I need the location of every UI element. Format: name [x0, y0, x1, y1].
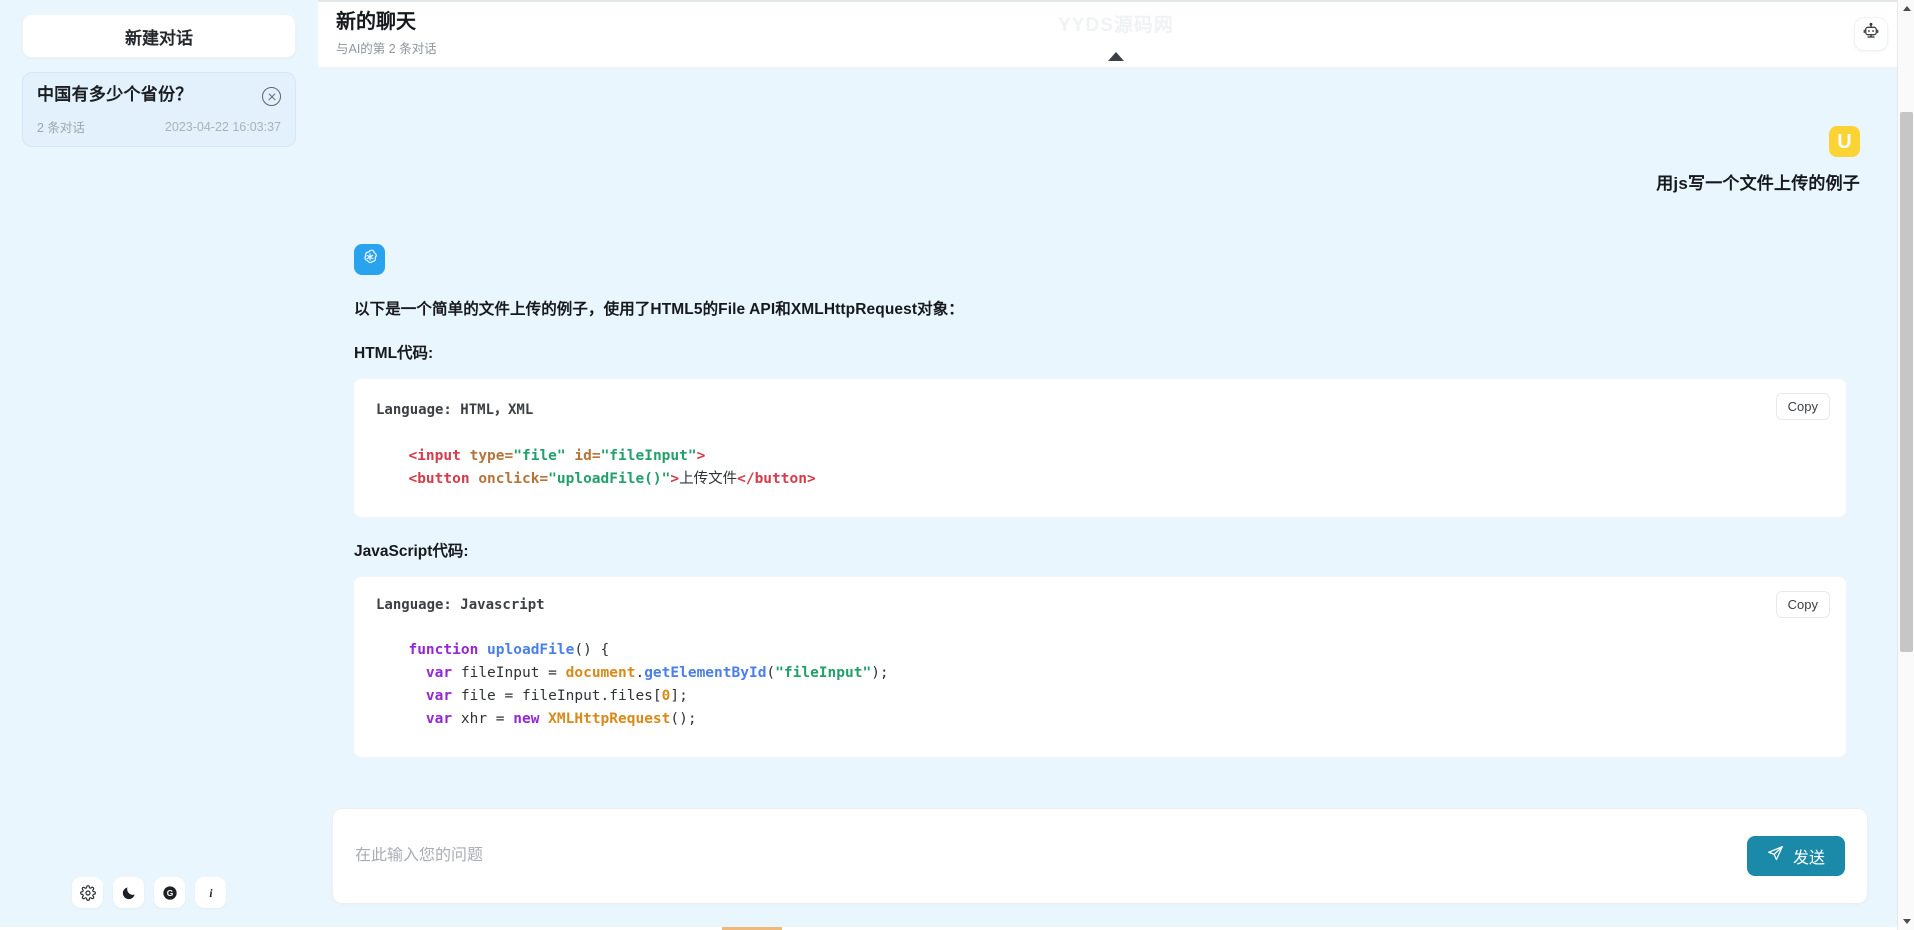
- page-title: 新的聊天: [336, 10, 437, 35]
- conversation-title: 中国有多少个省份？: [37, 85, 193, 105]
- code-language-label: Language: Javascript: [376, 597, 1824, 613]
- conversation-count: 2 条对话: [37, 117, 85, 136]
- main-panel: 新的聊天 与AI的第 2 条对话 YYDS源码网: [318, 0, 1914, 930]
- send-button[interactable]: 发送: [1747, 836, 1845, 876]
- conversation-item[interactable]: 中国有多少个省份？ 2 条对话 2023-04-22 16:03:37: [22, 72, 296, 147]
- code-content: <input type="file" id="fileInput"> <butt…: [376, 445, 1824, 491]
- watermark: YYDS源码网: [318, 10, 1914, 37]
- github-button[interactable]: G: [154, 877, 185, 908]
- message-list: U 用js写一个文件上传的例子 以下是一个简单的文件上传的例子，使用了HTML5…: [318, 68, 1914, 794]
- send-label: 发送: [1793, 844, 1825, 868]
- page-scrollbar[interactable]: [1897, 0, 1914, 930]
- info-button[interactable]: i: [195, 877, 226, 908]
- svg-text:G: G: [166, 888, 172, 898]
- code-block-javascript: Language: Javascript Copy function uploa…: [354, 577, 1846, 757]
- chat-header-texts: 新的聊天 与AI的第 2 条对话: [336, 10, 437, 57]
- chevron-down-icon[interactable]: [1898, 913, 1914, 930]
- copy-button[interactable]: Copy: [1776, 393, 1830, 420]
- robot-button[interactable]: [1854, 17, 1888, 51]
- gear-icon: [80, 885, 96, 901]
- dark-mode-button[interactable]: [113, 877, 144, 908]
- close-circle-icon[interactable]: [262, 87, 281, 106]
- robot-icon: [1862, 22, 1880, 45]
- avatar-letter: U: [1837, 132, 1851, 152]
- conversation-meta: 2 条对话 2023-04-22 16:03:37: [37, 117, 281, 136]
- info-icon: i: [203, 885, 219, 901]
- chat-input[interactable]: [355, 847, 1845, 865]
- assistant-paragraph: 以下是一个简单的文件上传的例子，使用了HTML5的File API和XMLHtt…: [354, 297, 1846, 319]
- chat-subtitle: 与AI的第 2 条对话: [336, 38, 437, 57]
- message-user: U 用js写一个文件上传的例子: [332, 126, 1868, 194]
- conversation-header: 中国有多少个省份？: [37, 85, 281, 106]
- avatar: U: [1829, 126, 1860, 157]
- copy-button[interactable]: Copy: [1776, 591, 1830, 618]
- section-heading-html: HTML代码:: [354, 341, 1846, 363]
- chat-header-actions: [1854, 17, 1888, 51]
- sidebar: 新建对话 中国有多少个省份？ 2 条对话 2023-04-22 16:03:37: [0, 0, 318, 930]
- code-content: function uploadFile() { var fileInput = …: [376, 639, 1824, 731]
- paper-plane-icon: [1767, 845, 1784, 867]
- svg-text:i: i: [209, 888, 213, 900]
- scrollbar-thumb[interactable]: [1900, 112, 1913, 652]
- avatar: [354, 244, 385, 275]
- composer: 发送: [332, 808, 1868, 904]
- github-icon: G: [162, 885, 178, 901]
- new-chat-button[interactable]: 新建对话: [22, 14, 296, 58]
- code-language-label: Language: HTML，XML: [376, 399, 1824, 419]
- user-message-text: 用js写一个文件上传的例子: [1656, 169, 1860, 194]
- new-chat-label: 新建对话: [125, 24, 193, 49]
- moon-icon: [121, 885, 137, 901]
- conversation-date: 2023-04-22 16:03:37: [165, 120, 281, 134]
- triangle-up-icon[interactable]: [1108, 52, 1124, 61]
- chevron-up-icon[interactable]: [1898, 0, 1914, 17]
- composer-area: 发送: [318, 794, 1914, 930]
- code-block-html: Language: HTML，XML Copy <input type="fil…: [354, 379, 1846, 517]
- settings-button[interactable]: [72, 877, 103, 908]
- app-root: 新建对话 中国有多少个省份？ 2 条对话 2023-04-22 16:03:37: [0, 0, 1914, 930]
- message-assistant: 以下是一个简单的文件上传的例子，使用了HTML5的File API和XMLHtt…: [332, 222, 1868, 783]
- sidebar-footer: G i: [0, 877, 318, 930]
- openai-logo-icon: [360, 247, 380, 272]
- section-heading-javascript: JavaScript代码:: [354, 539, 1846, 561]
- conversation-list: 中国有多少个省份？ 2 条对话 2023-04-22 16:03:37: [0, 72, 318, 147]
- header-divider: [318, 0, 1897, 2]
